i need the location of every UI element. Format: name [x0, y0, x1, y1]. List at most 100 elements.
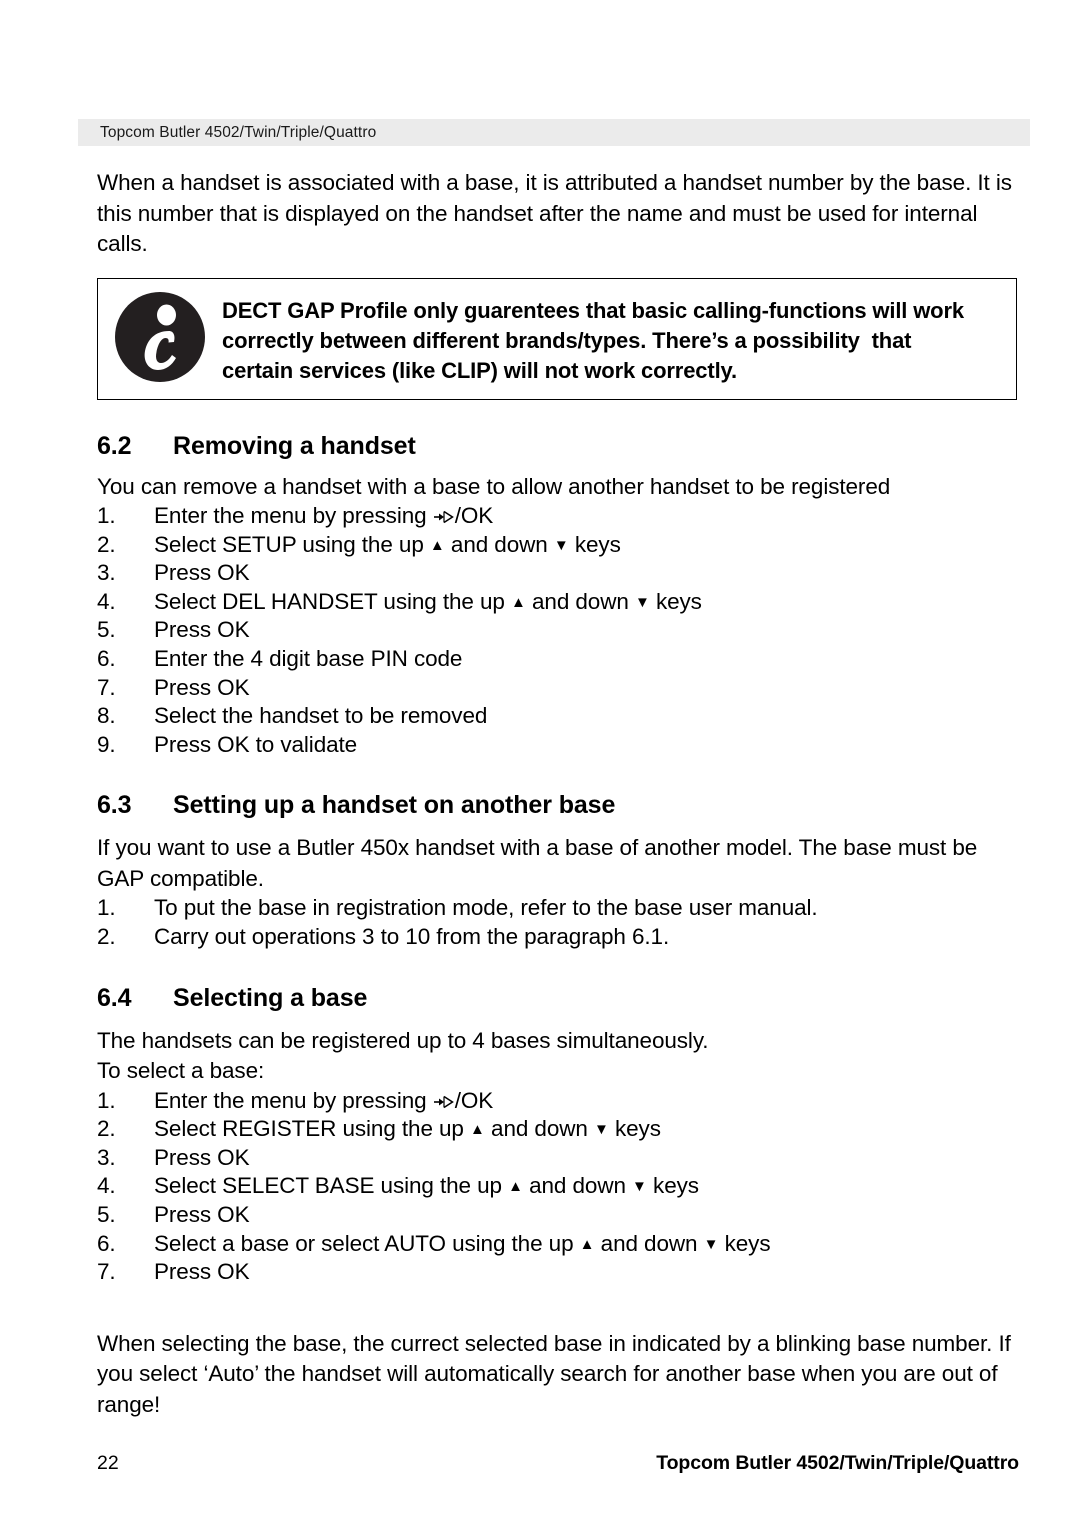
note-line-1: DECT GAP Profile only guarentees that ba…: [222, 297, 964, 323]
step-text-mid: and down: [594, 1230, 704, 1256]
step-text: Select REGISTER using the up ▲ and down …: [154, 1115, 1019, 1144]
step-text-mid: and down: [522, 1173, 633, 1199]
step-text: Press OK to validate: [154, 731, 358, 757]
step-index: 2.: [97, 1116, 116, 1142]
step-text-pre: Select DEL HANDSET using the up: [154, 588, 511, 614]
step-text-post: /OK: [454, 1087, 494, 1113]
document-page: Topcom Butler 4502/Twin/Triple/Quattro W…: [0, 0, 1080, 1528]
step-text: Press OK: [154, 1201, 250, 1227]
list-item: 1. Enter the menu by pressing /OK: [97, 502, 1019, 531]
section-title: Removing a handset: [173, 431, 416, 460]
page-number: 22: [97, 1452, 119, 1474]
step-text-mid: and down: [484, 1116, 594, 1142]
list-item: 2. Carry out operations 3 to 10 from the…: [97, 923, 1019, 952]
note-line-2: correctly between different brands/types…: [222, 327, 912, 353]
page-content: When a handset is associated with a base…: [97, 168, 1019, 1420]
step-text-pre: Enter the menu by pressing: [154, 1087, 433, 1113]
step-text: Select the handset to be removed: [154, 703, 488, 729]
running-header-text: Topcom Butler 4502/Twin/Triple/Quattro: [100, 123, 377, 141]
step-text-post: keys: [646, 1173, 699, 1199]
up-arrow-icon: ▲: [470, 1121, 485, 1139]
section-number: 6.3: [97, 791, 132, 820]
list-item: 7. Press OK: [97, 674, 1019, 703]
section-6-4-intro: The handsets can be registered up to 4 b…: [97, 1027, 709, 1053]
section-6-2-intro: You can remove a handset with a base to …: [97, 473, 891, 499]
step-text: Carry out operations 3 to 10 from the pa…: [154, 923, 670, 949]
step-text-pre: Enter the menu by pressing: [154, 503, 433, 528]
step-text-pre: Select a base or select AUTO using the u…: [154, 1230, 580, 1256]
step-index: 4.: [97, 1173, 116, 1199]
note-text: DECT GAP Profile only guarentees that ba…: [206, 290, 1002, 386]
step-text: Select SETUP using the up ▲ and down ▼ k…: [154, 531, 1019, 560]
list-item: 4. Select DEL HANDSET using the up ▲ and…: [97, 588, 1019, 617]
step-text-pre: Select SELECT BASE using the up: [154, 1173, 509, 1199]
section-6-3-steps: 1. To put the base in registration mode,…: [97, 894, 1019, 951]
step-index: 1.: [97, 503, 116, 528]
step-text-mid: and down: [444, 531, 554, 557]
intro-paragraph: When a handset is associated with a base…: [97, 170, 1012, 256]
note-line-3: certain services (like CLIP) will not wo…: [222, 357, 737, 383]
step-index: 5.: [97, 617, 116, 643]
step-index: 6.: [97, 645, 116, 671]
step-text: Press OK: [154, 560, 250, 586]
footer-doc-title: Topcom Butler 4502/Twin/Triple/Quattro: [656, 1452, 1019, 1474]
step-text: Press OK: [154, 674, 250, 700]
down-arrow-icon: ▼: [703, 1235, 719, 1253]
step-text: Press OK: [154, 617, 250, 643]
list-item: 4. Select SELECT BASE using the up ▲ and…: [97, 1172, 1019, 1201]
section-6-4-closing: When selecting the base, the currect sel…: [97, 1330, 1011, 1417]
step-index: 5.: [97, 1201, 116, 1227]
section-6-3-intro: If you want to use a Butler 450x handset…: [97, 835, 978, 891]
step-index: 4.: [97, 588, 116, 614]
step-index: 3.: [97, 560, 116, 586]
step-text-pre: Select REGISTER using the up: [154, 1116, 471, 1142]
page-footer: 22 Topcom Butler 4502/Twin/Triple/Quattr…: [97, 1452, 1019, 1475]
step-text: Press OK: [154, 1144, 250, 1170]
section-number: 6.2: [97, 431, 132, 460]
step-text-post: keys: [608, 1116, 661, 1142]
up-arrow-icon: ▲: [579, 1235, 595, 1253]
list-item: 6. Select a base or select AUTO using th…: [97, 1230, 1019, 1259]
list-item: 1. To put the base in registration mode,…: [97, 894, 1019, 923]
step-index: 2.: [97, 923, 116, 949]
step-text: Enter the menu by pressing /OK: [154, 502, 1019, 531]
section-heading-6-2: 6.2 Removing a handset: [97, 430, 1019, 462]
menu-key-icon: [433, 509, 455, 525]
step-index: 7.: [97, 1259, 116, 1285]
list-item: 7. Press OK: [97, 1258, 1019, 1287]
list-item: 2. Select SETUP using the up ▲ and down …: [97, 531, 1019, 560]
information-icon: [114, 291, 206, 383]
step-index: 6.: [97, 1230, 116, 1256]
step-text: Enter the menu by pressing /OK: [154, 1087, 1019, 1116]
note-box: DECT GAP Profile only guarentees that ba…: [97, 277, 1017, 400]
section-6-4-steps: 1. Enter the menu by pressing /OK 2. Sel…: [97, 1087, 1019, 1287]
step-text-post: keys: [568, 531, 621, 557]
down-arrow-icon: ▼: [553, 536, 569, 554]
step-text-post: keys: [718, 1230, 771, 1256]
step-index: 1.: [97, 895, 116, 921]
down-arrow-icon: ▼: [593, 1121, 609, 1139]
menu-key-icon: [433, 1094, 455, 1110]
step-index: 8.: [97, 703, 116, 729]
step-text-pre: Select SETUP using the up: [154, 531, 430, 557]
list-item: 5. Press OK: [97, 1201, 1019, 1230]
up-arrow-icon: ▲: [510, 593, 526, 611]
step-text: Enter the 4 digit base PIN code: [154, 645, 463, 671]
list-item: 8. Select the handset to be removed: [97, 702, 1019, 731]
step-index: 7.: [97, 674, 116, 700]
down-arrow-icon: ▼: [632, 1178, 647, 1196]
running-header: Topcom Butler 4502/Twin/Triple/Quattro: [78, 119, 1030, 146]
step-text-mid: and down: [525, 588, 635, 614]
step-index: 2.: [97, 531, 116, 557]
step-index: 3.: [97, 1144, 116, 1170]
section-title: Selecting a base: [173, 983, 368, 1012]
step-text: Press OK: [154, 1259, 250, 1285]
step-index: 9.: [97, 731, 116, 757]
step-text-post: /OK: [454, 503, 494, 528]
list-item: 3. Press OK: [97, 1144, 1019, 1173]
section-6-2-steps: 1. Enter the menu by pressing /OK 2. Sel…: [97, 502, 1019, 759]
step-text: To put the base in registration mode, re…: [154, 895, 818, 921]
